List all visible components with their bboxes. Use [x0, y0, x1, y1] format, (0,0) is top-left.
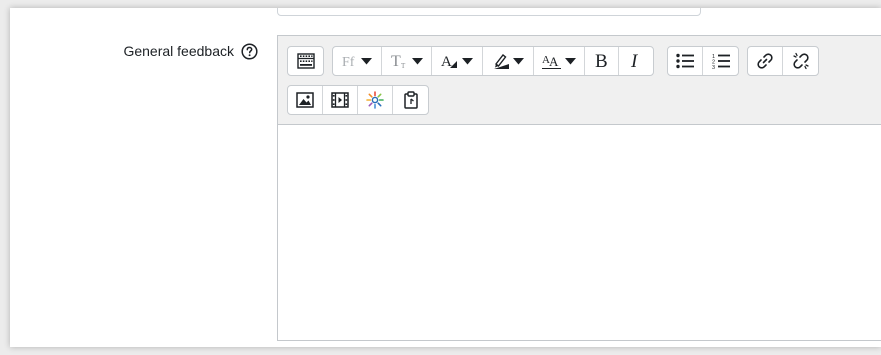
- unordered-list-button[interactable]: [668, 47, 703, 75]
- unlink-button[interactable]: [783, 47, 818, 75]
- font-color-button[interactable]: A: [432, 47, 483, 75]
- ordered-list-button[interactable]: 1 2 3: [703, 47, 738, 75]
- toolbar-group-links: [747, 46, 819, 76]
- field-label-row: General feedback: [10, 40, 258, 62]
- font-family-icon: Ff: [342, 53, 358, 69]
- chevron-down-icon: [462, 57, 473, 65]
- previous-field-bottom[interactable]: [277, 8, 701, 16]
- text-style-icon: A A: [542, 52, 562, 70]
- chevron-down-icon: [361, 57, 372, 65]
- font-size-button[interactable]: T T: [382, 47, 432, 75]
- general-feedback-label: General feedback: [123, 43, 234, 59]
- general-feedback-editor: Ff T T A A A B I 1 2 3: [277, 35, 881, 341]
- question-circle-icon[interactable]: [241, 42, 258, 60]
- svg-text:A: A: [441, 54, 452, 70]
- film-icon: [331, 92, 349, 108]
- numbered-list-icon: 1 2 3: [712, 53, 730, 69]
- text-style-button[interactable]: A A: [534, 47, 585, 75]
- toolbar-toggle-button[interactable]: [288, 47, 323, 75]
- chevron-down-icon: [513, 57, 524, 65]
- link-button[interactable]: [748, 47, 783, 75]
- chevron-down-icon: [565, 57, 576, 65]
- bullet-list-icon: [676, 53, 694, 69]
- font-color-icon: A: [441, 52, 459, 70]
- toolbar-group-insert: [287, 85, 429, 115]
- svg-text:Ff: Ff: [342, 55, 355, 69]
- chevron-down-icon: [411, 57, 423, 65]
- unlink-icon: [792, 52, 810, 70]
- svg-text:I: I: [630, 52, 639, 70]
- manage-files-button[interactable]: [393, 86, 428, 114]
- editor-content-area[interactable]: [278, 125, 881, 340]
- font-size-icon: T T: [391, 52, 409, 70]
- italic-icon: I: [629, 52, 643, 70]
- italic-button[interactable]: I: [619, 47, 653, 75]
- highlight-icon: [492, 52, 510, 70]
- toolbar-toggle-icon: [296, 53, 315, 69]
- editor-toolbar: Ff T T A A A B I 1 2 3: [278, 36, 881, 125]
- image-icon: [296, 92, 314, 108]
- svg-text:T: T: [391, 53, 401, 70]
- insert-image-button[interactable]: [288, 86, 323, 114]
- insert-media-button[interactable]: [323, 86, 358, 114]
- clipboard-icon: [403, 91, 419, 109]
- recordrtc-icon: [366, 91, 384, 109]
- svg-text:3: 3: [712, 65, 715, 69]
- bold-icon: B: [594, 52, 610, 70]
- background-color-button[interactable]: [483, 47, 534, 75]
- link-icon: [756, 52, 774, 70]
- svg-text:A: A: [549, 54, 559, 69]
- svg-text:T: T: [401, 62, 406, 70]
- recordrtc-button[interactable]: [358, 86, 393, 114]
- font-family-button[interactable]: Ff: [333, 47, 382, 75]
- toolbar-group-lists: 1 2 3: [667, 46, 739, 76]
- form-card: General feedback Ff T T A A A B I 1 2 3: [10, 8, 881, 347]
- svg-text:B: B: [595, 52, 608, 70]
- toolbar-group-collapse: [287, 46, 324, 76]
- toolbar-group-style: Ff T T A A A B I: [332, 46, 654, 76]
- bold-button[interactable]: B: [585, 47, 619, 75]
